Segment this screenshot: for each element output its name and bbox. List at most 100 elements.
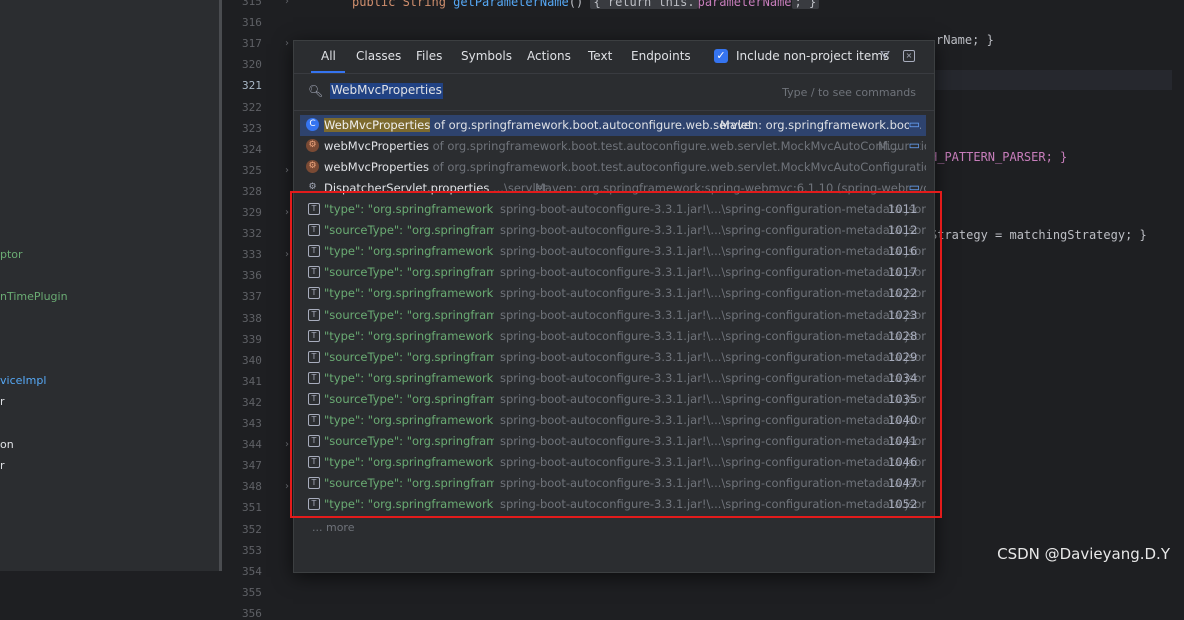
text-match-icon: T — [308, 245, 320, 258]
json-match-text: "sourceType": "org.springframew — [324, 307, 494, 322]
json-file-path: spring-boot-autoconfigure-3.3.1.jar!\...… — [500, 413, 926, 427]
line-number: 320 — [242, 58, 262, 72]
line-number: 333 — [242, 248, 262, 262]
result-name: DispatcherServlet.properties ...\servlet — [324, 181, 547, 195]
json-file-path: spring-boot-autoconfigure-3.3.1.jar!\...… — [500, 391, 926, 406]
include-non-project-checkbox[interactable]: ✓ — [714, 49, 728, 63]
line-number: 344 — [242, 438, 262, 452]
fold-chevron-icon[interactable]: › — [285, 165, 293, 176]
json-result-row[interactable]: T "sourceType": "org.springframew spring-b… — [300, 473, 926, 494]
class-icon: C — [306, 118, 319, 131]
result-name: webMvcProperties of org.springframework.… — [324, 139, 926, 153]
tab-text[interactable]: Text — [588, 49, 612, 63]
search-input[interactable]: WebMvcProperties — [330, 83, 443, 99]
text-match-icon: T — [308, 456, 320, 469]
json-result-row[interactable]: T "sourceType": "org.springframew spring-b… — [300, 305, 926, 326]
text-match-icon: T — [308, 477, 320, 490]
result-row[interactable]: ⚙ DispatcherServlet.properties ...\servle… — [300, 178, 926, 199]
json-match-text: "type": "org.springframework.boo — [324, 202, 494, 216]
library-folder-icon: ▭ — [908, 138, 920, 153]
code-line: H_PATTERN_PARSER; } — [930, 150, 1068, 164]
line-number: 339 — [242, 332, 262, 346]
fold-chevron-icon[interactable]: › — [285, 481, 293, 492]
json-result-row[interactable]: T "type": "org.springframework.boo spring-… — [300, 494, 926, 515]
json-line-number: 1040 — [888, 413, 918, 427]
editor-scrollbar[interactable] — [1172, 0, 1184, 571]
result-row[interactable]: ⚙ webMvcProperties of org.springframework… — [300, 157, 926, 178]
line-number: 321 — [242, 79, 262, 93]
sidebar-item[interactable]: r — [0, 459, 5, 472]
more-results-link[interactable]: ... more — [312, 521, 354, 534]
fold-chevron-icon[interactable]: › — [285, 0, 293, 7]
json-result-row[interactable]: T "sourceType": "org.springframew spring-b… — [300, 220, 926, 241]
properties-file-icon: ⚙ — [306, 181, 319, 195]
sidebar-item[interactable]: ptor — [0, 248, 23, 261]
code-line: Strategy = matchingStrategy; } — [930, 228, 1147, 242]
json-line-number: 1046 — [888, 455, 918, 470]
result-row[interactable]: C WebMvcProperties of org.springframework… — [300, 115, 926, 136]
sidebar-item[interactable]: on — [0, 438, 14, 451]
json-result-row[interactable]: T "sourceType": "org.springframew spring-b… — [300, 431, 926, 452]
fold-chevron-icon[interactable]: › — [285, 38, 293, 49]
tab-all[interactable]: All — [321, 49, 336, 63]
json-result-row[interactable]: T "type": "org.springframework.boo spring-… — [300, 410, 926, 431]
json-line-number: 1047 — [888, 476, 918, 491]
json-line-number: 1029 — [888, 349, 918, 364]
fold-chevron-icon[interactable]: › — [285, 207, 293, 218]
json-line-number: 1028 — [888, 328, 918, 343]
tab-files[interactable]: Files — [416, 49, 442, 63]
json-result-row[interactable]: T "sourceType": "org.springframew spring-b… — [300, 262, 926, 283]
tab-symbols[interactable]: Symbols — [461, 49, 512, 63]
tab-classes[interactable]: Classes — [356, 49, 401, 63]
text-match-icon: T — [308, 371, 320, 384]
json-result-row[interactable]: T "type": "org.springframework.boo spring-… — [300, 452, 926, 473]
json-match-text: "type": "org.springframework.boo — [324, 286, 494, 301]
filter-icon[interactable]: ⛛ — [880, 48, 890, 63]
text-match-icon: T — [308, 224, 320, 237]
line-number: 341 — [242, 374, 262, 388]
json-line-number: 1016 — [888, 244, 918, 259]
sidebar-item[interactable]: viceImpl — [0, 374, 46, 387]
json-file-path: spring-boot-autoconfigure-3.3.1.jar!\...… — [500, 434, 926, 449]
text-match-icon: T — [308, 350, 320, 363]
json-line-number: 1017 — [888, 265, 918, 280]
tab-actions[interactable]: Actions — [527, 49, 571, 63]
json-result-row[interactable]: T "type": "org.springframework.boo spring-… — [300, 199, 926, 220]
search-hint: Type / to see commands — [782, 86, 916, 99]
sidebar-item[interactable]: r — [0, 395, 5, 408]
fold-chevron-icon[interactable]: › — [285, 439, 293, 450]
sidebar-item[interactable]: nTimePlugin — [0, 290, 68, 303]
include-non-project-label[interactable]: Include non-project items — [736, 49, 889, 63]
text-match-icon: T — [308, 308, 320, 321]
json-result-row[interactable]: T "sourceType": "org.springframew spring-b… — [300, 389, 926, 410]
json-result-row[interactable]: T "type": "org.springframework.boo spring-… — [300, 368, 926, 389]
tab-endpoints[interactable]: Endpoints — [631, 49, 691, 63]
line-number: 340 — [242, 353, 262, 367]
open-in-find-window-icon[interactable]: × — [903, 50, 915, 62]
text-match-icon: T — [308, 498, 320, 511]
code-line: public String getParameterName() { retur… — [352, 0, 820, 9]
json-file-path: spring-boot-autoconfigure-3.3.1.jar!\...… — [500, 476, 926, 491]
result-source: Maven: org.springframework:spring-webmvc… — [535, 181, 926, 196]
json-result-row[interactable]: T "sourceType": "org.springframew spring-b… — [300, 347, 926, 368]
json-result-row[interactable]: T "type": "org.springframework.boo spring-… — [300, 283, 926, 304]
line-number: 351 — [242, 501, 262, 515]
json-result-row[interactable]: T "type": "org.springframework.boo spring-… — [300, 241, 926, 262]
result-source: M... — [878, 139, 899, 154]
line-number: 338 — [242, 311, 262, 325]
json-result-row[interactable]: T "type": "org.springframework.boo spring-… — [300, 326, 926, 347]
line-number: 342 — [242, 395, 262, 409]
line-number: 324 — [242, 142, 262, 156]
result-name-text: DispatcherServlet.properties — [324, 181, 490, 196]
json-match-text: "type": "org.springframework.boo — [324, 370, 494, 385]
matched-text: WebMvcProperties — [324, 118, 431, 132]
result-row[interactable]: ⚙ webMvcProperties of org.springframework… — [300, 136, 926, 157]
result-name-text: webMvcProperties — [324, 139, 429, 154]
json-line-number: 1034 — [888, 370, 918, 385]
fold-chevron-icon[interactable]: › — [285, 249, 293, 260]
json-match-text: "sourceType": "org.springframew — [324, 223, 494, 238]
active-tab-indicator — [311, 71, 345, 73]
line-number: 325 — [242, 163, 262, 177]
json-line-number: 1035 — [888, 391, 918, 406]
search-tabs: ✓ Include non-project items ⛛ × All Class… — [294, 41, 934, 74]
